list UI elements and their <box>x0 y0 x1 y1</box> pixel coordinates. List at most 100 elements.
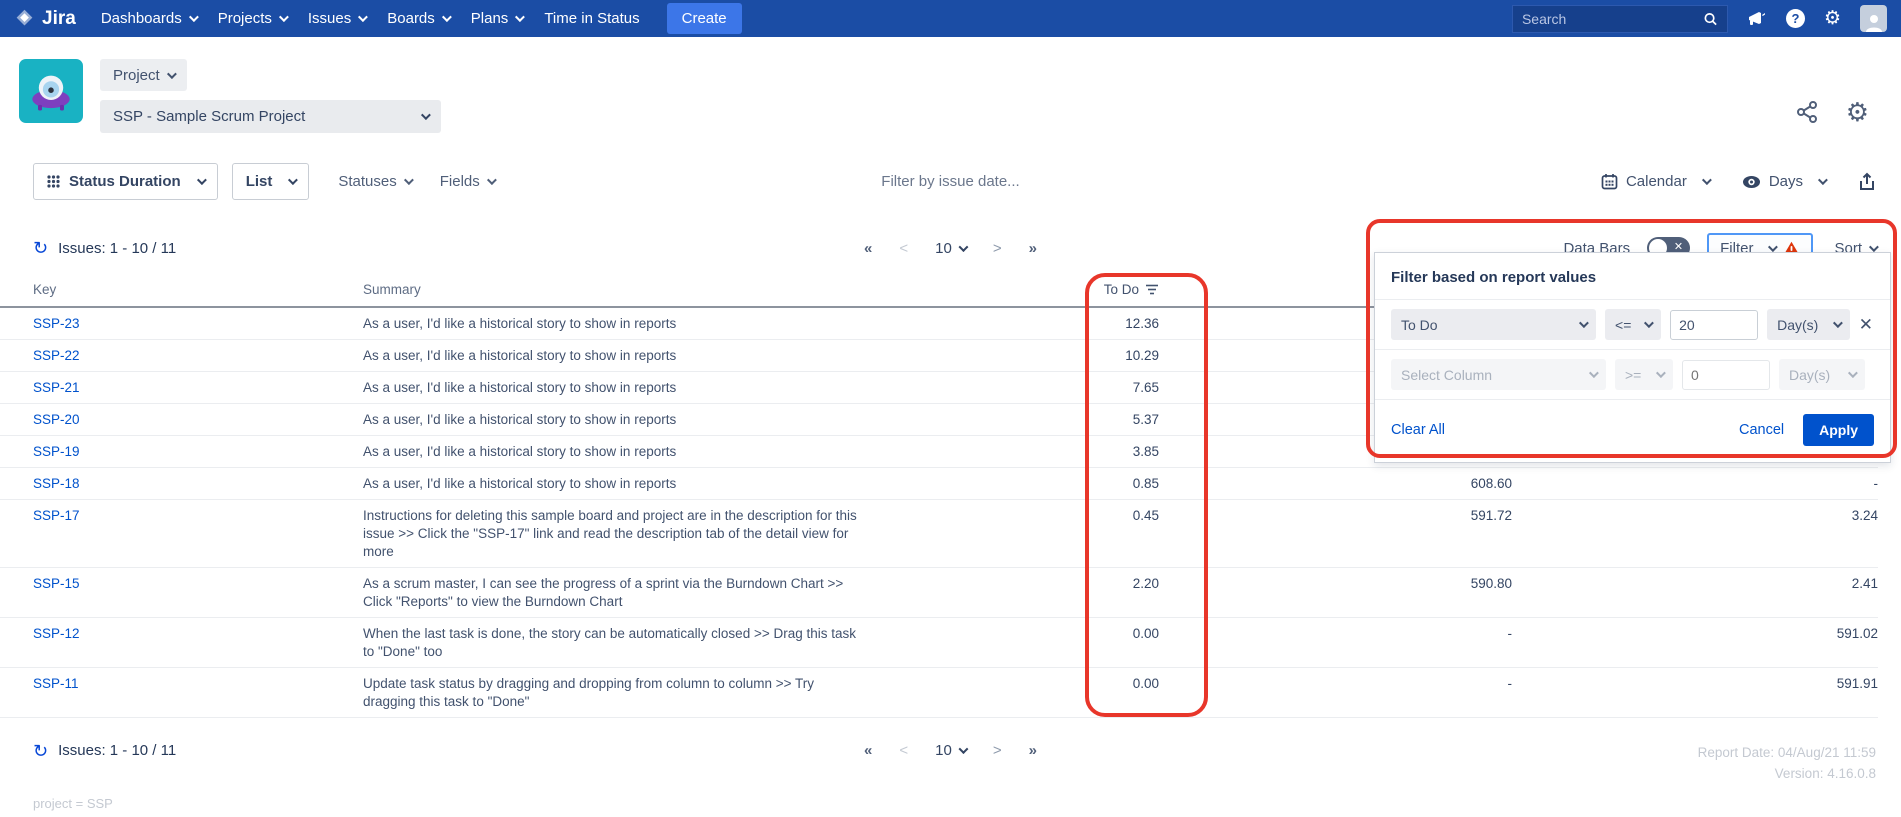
table-row: SSP-12 When the last task is done, the s… <box>0 618 1878 668</box>
share-icon[interactable] <box>1795 100 1819 124</box>
view-dropdown[interactable]: List <box>232 163 310 200</box>
cancel-button[interactable]: Cancel <box>1739 422 1784 438</box>
unit-dropdown[interactable]: Days <box>1742 173 1825 190</box>
alien-avatar-icon <box>25 65 77 117</box>
issue-value-2: - <box>1203 668 1520 718</box>
issue-key-cell: SSP-20 <box>0 404 363 436</box>
issue-key-cell: SSP-11 <box>0 668 363 718</box>
announcements-icon[interactable] <box>1747 10 1767 28</box>
chevron-down-icon <box>1869 242 1879 252</box>
chevron-down-icon <box>959 744 969 754</box>
jira-logo[interactable]: Jira <box>14 8 76 30</box>
pagination-next-button[interactable]: > <box>993 240 1002 257</box>
report-version: Version: 4.16.0.8 <box>1698 763 1876 784</box>
issue-key-link[interactable]: SSP-12 <box>33 626 80 641</box>
issue-key-link[interactable]: SSP-17 <box>33 508 80 523</box>
pagination-top: « < 10 > » <box>864 240 1037 257</box>
remove-filter-icon[interactable]: ✕ <box>1859 315 1878 335</box>
chevron-down-icon <box>279 12 289 22</box>
chevron-down-icon <box>1768 242 1778 252</box>
chevron-down-icon <box>1818 175 1828 185</box>
pagination-last-button[interactable]: » <box>1029 240 1037 257</box>
report-date: Report Date: 04/Aug/21 11:59 <box>1698 742 1876 763</box>
project-type-dropdown[interactable]: Project <box>100 59 187 91</box>
search-input[interactable] <box>1522 11 1703 27</box>
user-avatar[interactable] <box>1860 5 1887 32</box>
filter-operator-select[interactable]: <= <box>1605 309 1661 340</box>
issue-key-cell: SSP-22 <box>0 340 363 372</box>
issue-key-cell: SSP-17 <box>0 500 363 568</box>
report-toolbar: Status Duration List Statuses Fields Fil… <box>0 163 1901 200</box>
chevron-down-icon <box>288 175 298 185</box>
issue-todo-value: 10.29 <box>1083 340 1203 372</box>
nav-search <box>1512 5 1728 33</box>
chevron-down-icon <box>442 12 452 22</box>
create-button[interactable]: Create <box>667 3 742 34</box>
chevron-down-icon <box>1848 368 1858 378</box>
filter-value-input-disabled[interactable] <box>1682 360 1770 390</box>
chevron-down-icon <box>358 12 368 22</box>
project-select[interactable]: SSP - Sample Scrum Project <box>100 100 441 133</box>
chevron-down-icon <box>1589 368 1599 378</box>
header-actions: ⚙ <box>1795 99 1869 125</box>
issue-key-link[interactable]: SSP-15 <box>33 576 80 591</box>
nav-item-projects[interactable]: Projects <box>207 0 297 37</box>
issue-value-2: 608.60 <box>1203 468 1520 500</box>
project-avatar[interactable] <box>19 59 83 123</box>
page-size-select[interactable]: 10 <box>935 240 966 257</box>
issue-key-link[interactable]: SSP-11 <box>33 676 79 691</box>
pagination-last-button[interactable]: » <box>1029 742 1037 759</box>
nav-item-boards[interactable]: Boards <box>376 0 460 37</box>
statuses-dropdown[interactable]: Statuses <box>338 173 410 190</box>
column-header-key[interactable]: Key <box>0 276 363 307</box>
table-row: SSP-17 Instructions for deleting this sa… <box>0 500 1878 568</box>
issue-key-link[interactable]: SSP-21 <box>33 380 80 395</box>
filter-operator-select-disabled[interactable]: >= <box>1615 359 1673 390</box>
nav-item-time-in-status[interactable]: Time in Status <box>533 0 650 37</box>
issue-value-2: 591.72 <box>1203 500 1520 568</box>
settings-icon[interactable]: ⚙ <box>1824 9 1841 28</box>
report-type-dropdown[interactable]: Status Duration <box>33 163 218 200</box>
filter-value-input[interactable] <box>1670 310 1758 340</box>
issue-date-filter[interactable]: Filter by issue date... <box>881 173 1019 190</box>
filter-unit-select[interactable]: Day(s) <box>1767 309 1850 340</box>
filter-unit-select-disabled[interactable]: Day(s) <box>1779 359 1865 390</box>
export-icon[interactable] <box>1858 172 1876 192</box>
pagination-bottom: « < 10 > » <box>864 742 1037 759</box>
pagination-prev-button[interactable]: < <box>899 240 908 257</box>
issue-key-cell: SSP-21 <box>0 372 363 404</box>
issue-todo-value: 0.00 <box>1083 618 1203 668</box>
filter-popup: Filter based on report values To Do <= D… <box>1374 252 1891 463</box>
filter-column-select[interactable]: To Do <box>1391 309 1596 340</box>
filter-column-select-disabled[interactable]: Select Column <box>1391 359 1606 390</box>
issue-key-link[interactable]: SSP-22 <box>33 348 80 363</box>
clear-all-link[interactable]: Clear All <box>1391 422 1445 438</box>
nav-item-dashboards[interactable]: Dashboards <box>90 0 207 37</box>
nav-item-issues[interactable]: Issues <box>297 0 376 37</box>
calendar-dropdown[interactable]: Calendar <box>1601 173 1709 190</box>
search-icon[interactable] <box>1703 11 1718 27</box>
issue-summary-cell: Update task status by dragging and dropp… <box>363 668 1083 718</box>
help-icon[interactable]: ? <box>1786 9 1805 28</box>
refresh-icon[interactable]: ↻ <box>33 742 48 760</box>
pagination-prev-button[interactable]: < <box>899 742 908 759</box>
pagination-first-button[interactable]: « <box>864 742 872 759</box>
gear-icon[interactable]: ⚙ <box>1846 99 1869 125</box>
issue-todo-value: 12.36 <box>1083 307 1203 340</box>
column-header-todo[interactable]: To Do <box>1083 276 1203 307</box>
page-size-select[interactable]: 10 <box>935 742 966 759</box>
chevron-down-icon <box>167 69 177 79</box>
issue-key-link[interactable]: SSP-19 <box>33 444 80 459</box>
issue-key-link[interactable]: SSP-18 <box>33 476 80 491</box>
refresh-icon[interactable]: ↻ <box>33 239 48 257</box>
nav-item-plans[interactable]: Plans <box>460 0 534 37</box>
fields-dropdown[interactable]: Fields <box>440 173 494 190</box>
column-header-summary[interactable]: Summary <box>363 276 1083 307</box>
apply-button[interactable]: Apply <box>1803 414 1874 446</box>
issue-key-link[interactable]: SSP-23 <box>33 316 80 331</box>
pagination-first-button[interactable]: « <box>864 240 872 257</box>
pagination-next-button[interactable]: > <box>993 742 1002 759</box>
issue-key-link[interactable]: SSP-20 <box>33 412 80 427</box>
table-row: SSP-15 As a scrum master, I can see the … <box>0 568 1878 618</box>
issue-summary-cell: As a user, I'd like a historical story t… <box>363 404 1083 436</box>
